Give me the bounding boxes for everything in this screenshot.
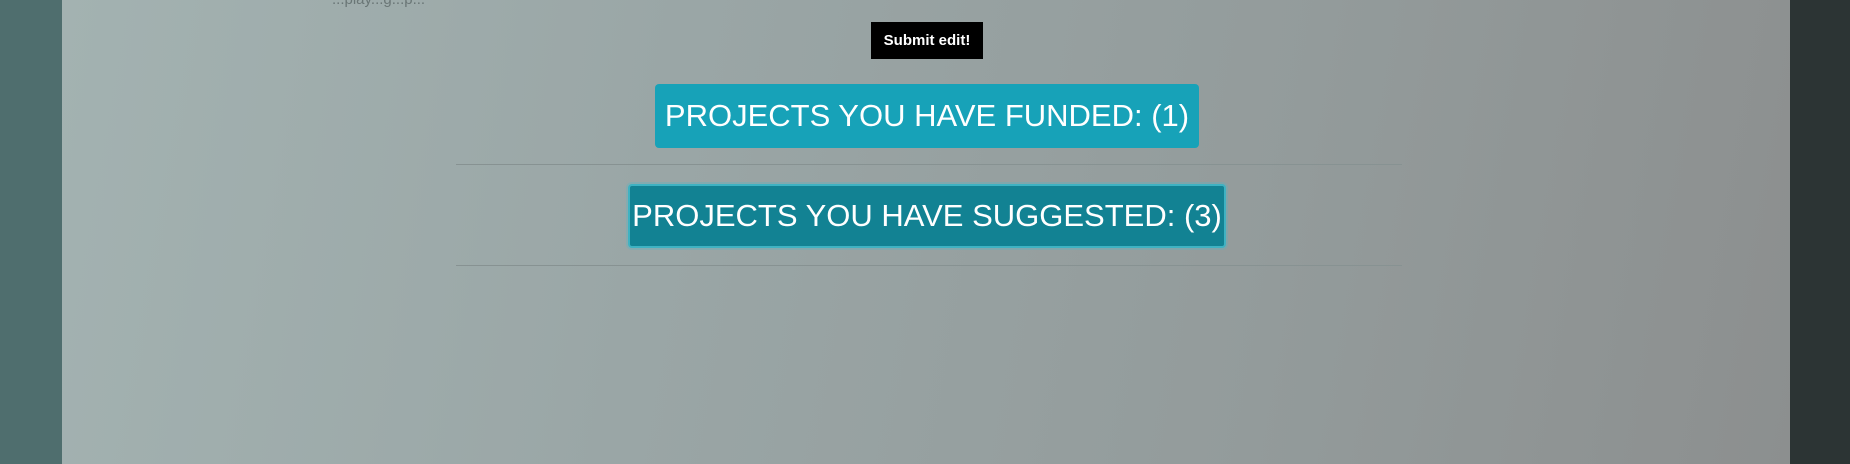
section-divider	[456, 164, 1402, 165]
page: ...play...g...p... Submit edit! PROJECTS…	[0, 0, 1850, 464]
left-background-strip	[0, 0, 62, 464]
projects-suggested-button[interactable]: PROJECTS YOU HAVE SUGGESTED: (3)	[628, 184, 1226, 248]
main-panel: ...play...g...p... Submit edit! PROJECTS…	[62, 0, 1790, 464]
right-background-strip	[1790, 0, 1850, 464]
submit-edit-button[interactable]: Submit edit!	[871, 22, 983, 59]
section-divider	[456, 265, 1402, 266]
clipped-description-text: ...play...g...p...	[332, 0, 425, 8]
projects-funded-button[interactable]: PROJECTS YOU HAVE FUNDED: (1)	[655, 84, 1199, 148]
